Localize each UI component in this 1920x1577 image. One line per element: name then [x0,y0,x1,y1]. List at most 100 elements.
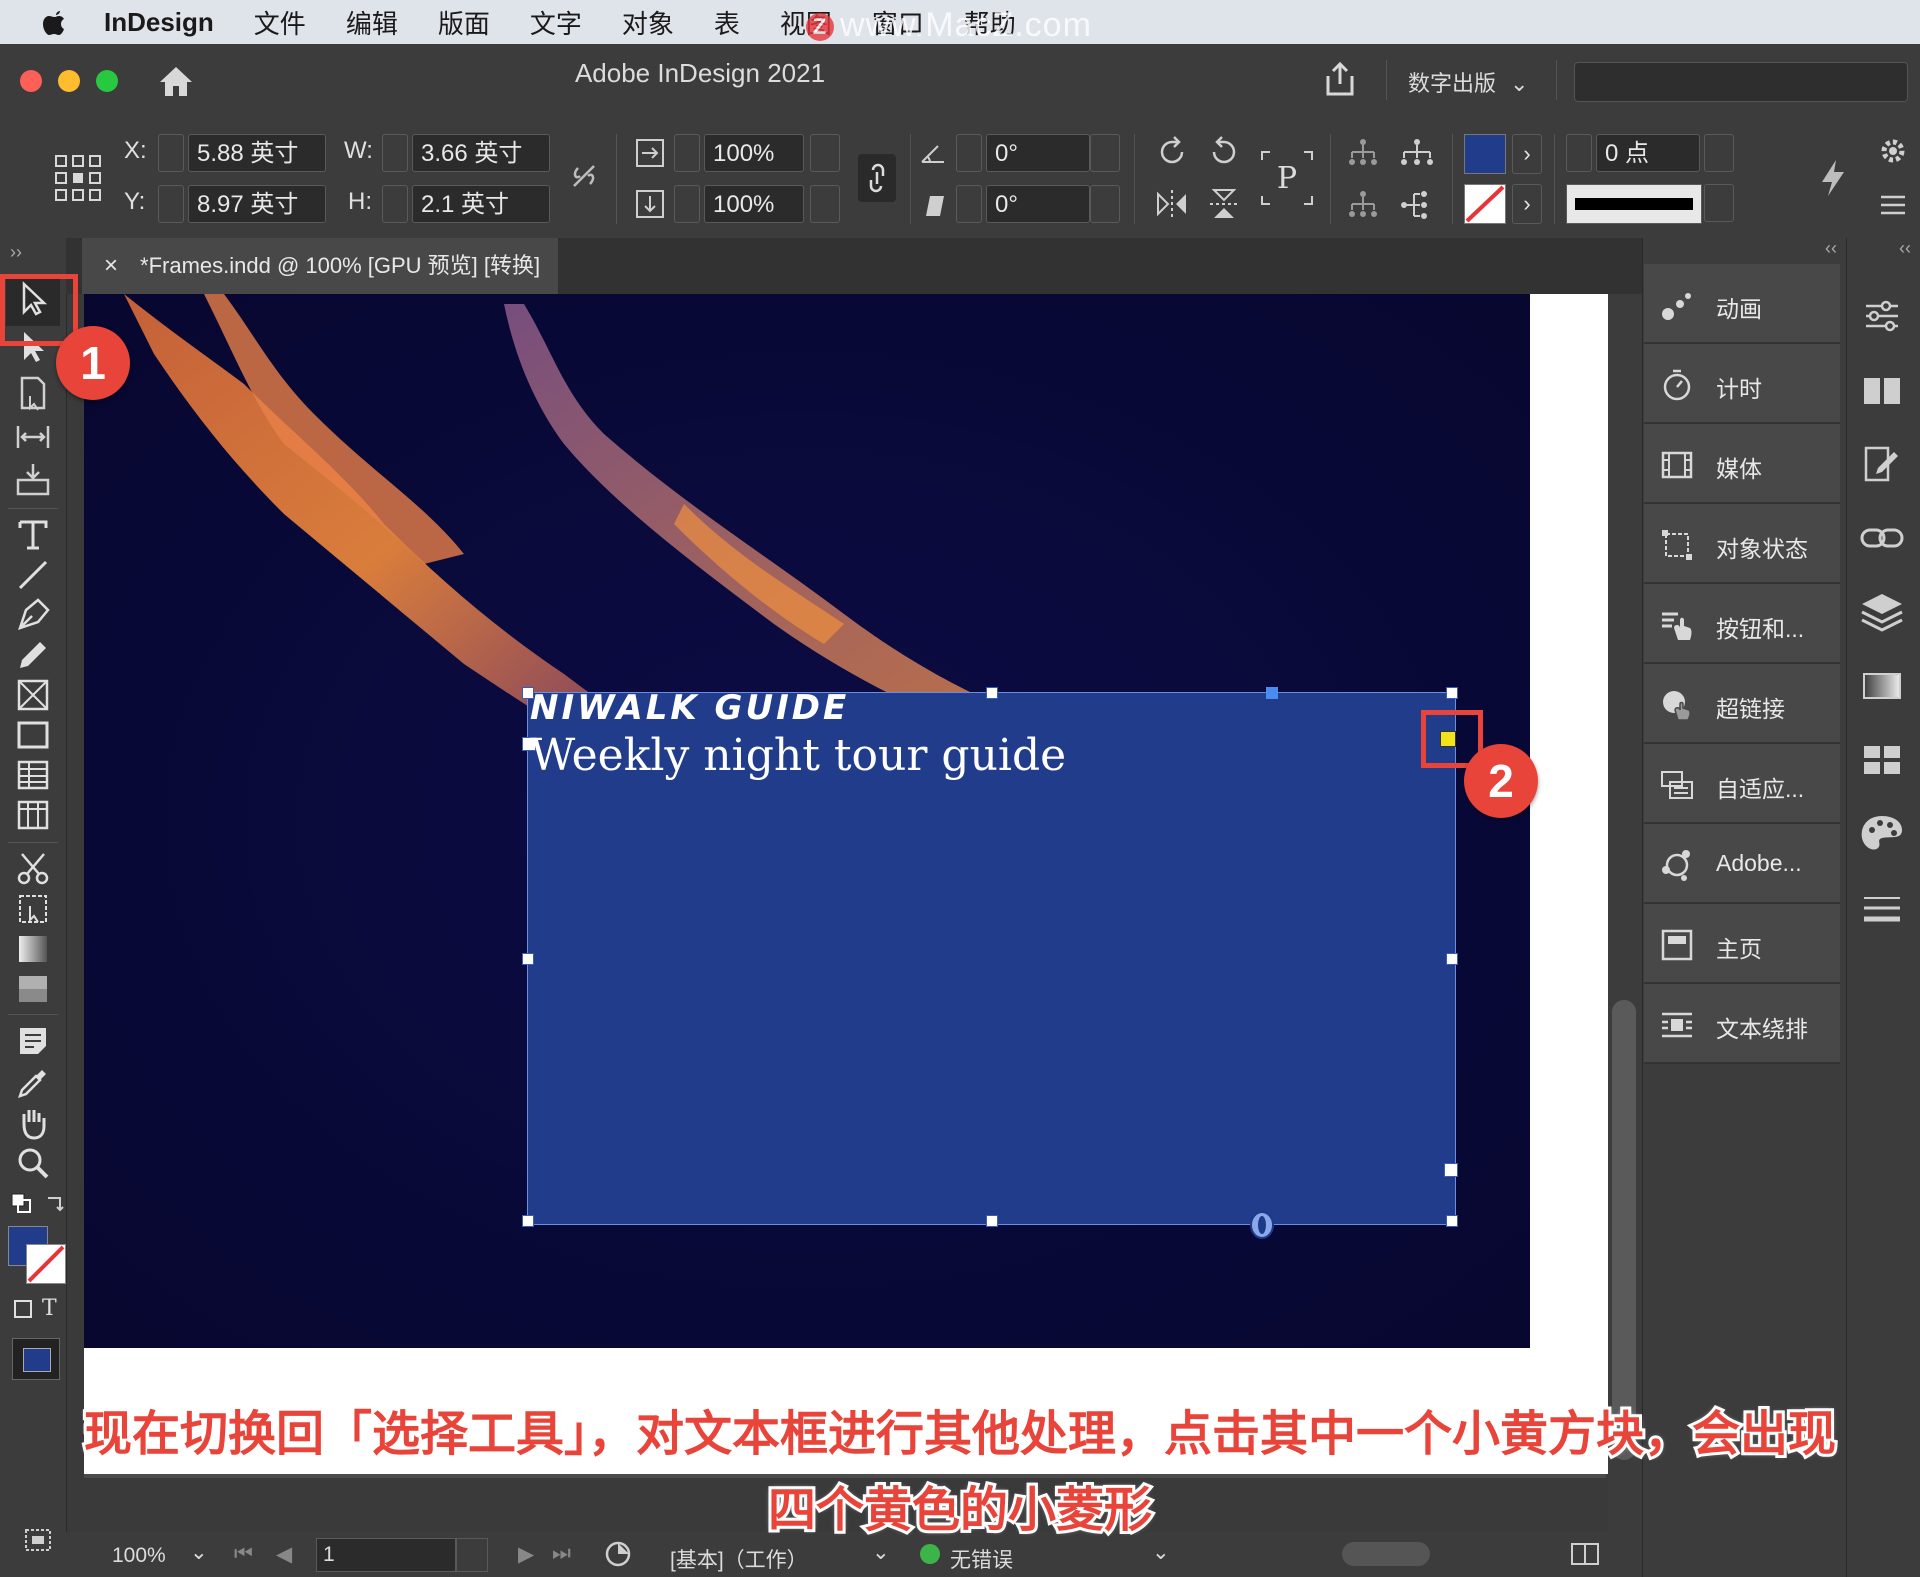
stroke-weight-stepper[interactable] [1566,134,1592,172]
frame-heading[interactable]: NIWALK GUIDE [530,688,849,728]
quick-apply-icon[interactable] [1814,156,1852,200]
select-container-icon[interactable] [1346,136,1380,170]
scissors-tool-icon[interactable] [14,850,52,888]
horizontal-scroll-thumb[interactable] [1342,1542,1430,1566]
panel-hyperlinks[interactable]: 超链接 [1644,664,1840,744]
previous-page-icon[interactable]: ◀ [276,1542,292,1567]
swap-fill-stroke-icon[interactable] [44,1192,66,1214]
first-page-icon[interactable]: ⏮ [234,1542,253,1566]
formatting-text-icon[interactable]: T [42,1296,57,1321]
select-next-object-icon[interactable] [1398,188,1436,222]
properties-icon[interactable] [1856,290,1908,342]
scale-x-dropdown[interactable] [810,134,840,172]
rectangle-tool-icon[interactable] [14,716,52,754]
rotation-dropdown[interactable] [1090,134,1120,172]
line-tool-icon[interactable] [14,556,52,594]
menu-object[interactable]: 对象 [622,4,674,41]
page-dropdown[interactable] [456,1538,488,1572]
next-page-icon[interactable]: ▶ [518,1542,534,1567]
stroke-type-dropdown[interactable] [1704,184,1734,222]
menu-type[interactable]: 文字 [530,4,582,41]
share-icon[interactable] [1320,60,1360,100]
search-input[interactable] [1574,62,1908,102]
flip-horizontal-icon[interactable] [1154,186,1190,222]
preflight-status[interactable]: 无错误 [950,1544,1013,1574]
pencil-tool-icon[interactable] [14,636,52,674]
resize-handle-bottom-left[interactable] [522,1215,534,1227]
hand-tool-icon[interactable] [14,1104,52,1142]
rotate-clockwise-icon[interactable] [1154,134,1190,170]
zoom-tool-icon[interactable] [14,1144,52,1182]
content-grabber-icon[interactable] [1248,1211,1276,1239]
last-page-icon[interactable]: ⏭ [552,1542,571,1566]
collapse-icon-dock-icon[interactable]: ‹‹ [1899,238,1911,259]
panel-animation[interactable]: 动画 [1644,264,1840,344]
pages-panel-icon[interactable] [1856,364,1908,416]
stroke-color-swatch[interactable] [26,1244,66,1284]
p-paragraph-icon[interactable]: P [1260,150,1314,206]
view-mode-button[interactable] [12,1338,60,1380]
resize-handle-bottom[interactable] [986,1215,998,1227]
stroke-swatch[interactable] [1464,184,1506,224]
split-window-icon[interactable] [1570,1542,1600,1566]
vertical-scroll-thumb[interactable] [1612,1000,1636,1460]
zoom-dropdown-icon[interactable]: ⌄ [190,1540,208,1565]
stroke-weight-field[interactable]: 0 点 [1596,134,1700,172]
w-stepper[interactable] [382,134,408,172]
gradient-feather-tool-icon[interactable] [14,970,52,1008]
panel-media[interactable]: 媒体 [1644,424,1840,504]
shear-stepper[interactable] [956,185,982,223]
color-palette-icon[interactable] [1856,808,1908,860]
collapse-panels-icon[interactable]: ‹‹ [1825,238,1837,259]
panel-pages[interactable]: 主页 [1644,904,1840,984]
zoom-level[interactable]: 100% [112,1544,166,1568]
apple-icon[interactable] [40,7,70,37]
reference-point-icon[interactable] [52,152,104,204]
rotation-stepper[interactable] [956,134,982,172]
flip-vertical-icon[interactable] [1206,186,1242,222]
content-grabber-handle[interactable] [1266,687,1278,699]
gradient-swatch-tool-icon[interactable] [14,930,52,968]
menu-layout[interactable]: 版面 [438,4,490,41]
link-scale-icon[interactable] [858,154,896,202]
h-field[interactable]: 2.1 英寸 [412,185,550,223]
panel-menu-icon[interactable] [1878,192,1908,218]
stroke-menu-button[interactable]: › [1512,184,1542,224]
layers-icon[interactable] [1856,586,1908,638]
panel-buttons-forms[interactable]: 按钮和... [1644,584,1840,664]
pen-tool-icon[interactable] [14,596,52,634]
shear-dropdown[interactable] [1090,185,1120,223]
eyedropper-tool-icon[interactable] [14,1064,52,1102]
workspace-switcher[interactable]: 数字出版 ⌄ [1408,66,1528,98]
formatting-container-icon[interactable] [12,1298,34,1320]
grid-tool-icon[interactable] [14,796,52,834]
page-tool-icon[interactable] [14,374,52,412]
stroke-icon[interactable] [1856,882,1908,934]
panel-object-states[interactable]: 对象状态 [1644,504,1840,584]
stroke-weight-dropdown[interactable] [1704,134,1734,172]
gap-tool-icon[interactable] [14,418,52,456]
swatches-icon[interactable] [1856,734,1908,786]
table-tool-icon[interactable] [14,756,52,794]
content-collector-tool-icon[interactable] [14,460,52,498]
free-transform-tool-icon[interactable] [14,890,52,928]
panel-timing[interactable]: 计时 [1644,344,1840,424]
rectangle-frame-tool-icon[interactable] [14,676,52,714]
chevron-down-icon[interactable]: ⌄ [1152,1540,1170,1565]
open-page-icon[interactable] [604,1540,632,1568]
menu-file[interactable]: 文件 [254,4,306,41]
y-stepper[interactable] [158,185,184,223]
menu-table[interactable]: 表 [714,4,740,41]
rotate-counterclockwise-icon[interactable] [1206,134,1242,170]
menu-edit[interactable]: 编辑 [346,4,398,41]
panel-adobe[interactable]: Adobe... [1644,824,1840,904]
edit-icon[interactable] [1856,438,1908,490]
expand-toolbar-icon[interactable]: ›› [10,242,22,263]
gradient-icon[interactable] [1856,660,1908,712]
select-content-icon[interactable] [1398,136,1436,170]
y-field[interactable]: 8.97 英寸 [188,185,326,223]
frame-subheading[interactable]: Weekly night tour guide [530,730,1066,781]
resize-handle-top-right[interactable] [1446,687,1458,699]
resize-handle-right[interactable] [1446,953,1458,965]
rotation-field[interactable]: 0° [986,134,1090,172]
